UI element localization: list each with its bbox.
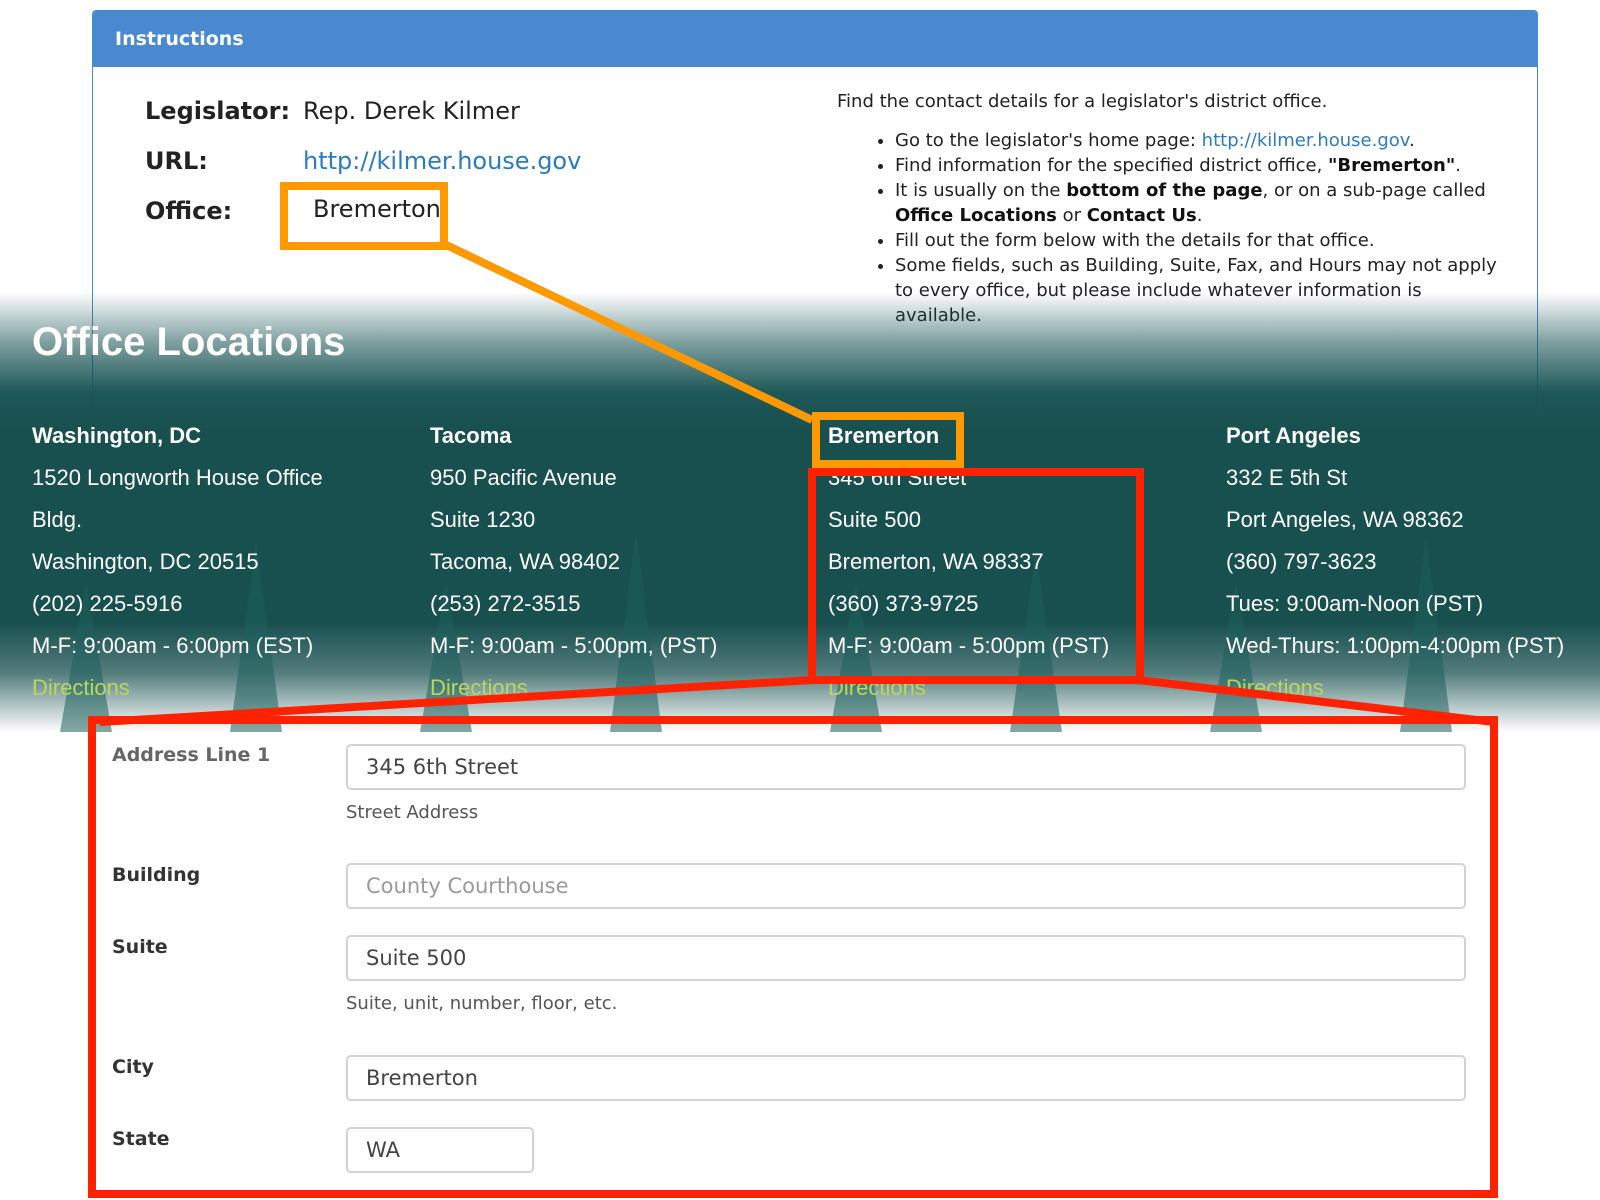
form-highlight-box [88, 716, 1498, 1198]
orange-connector-line [438, 238, 814, 424]
bremerton-details-highlight-box [808, 468, 1144, 684]
bremerton-name-highlight-box [812, 412, 964, 468]
office-highlight-box [280, 182, 448, 250]
